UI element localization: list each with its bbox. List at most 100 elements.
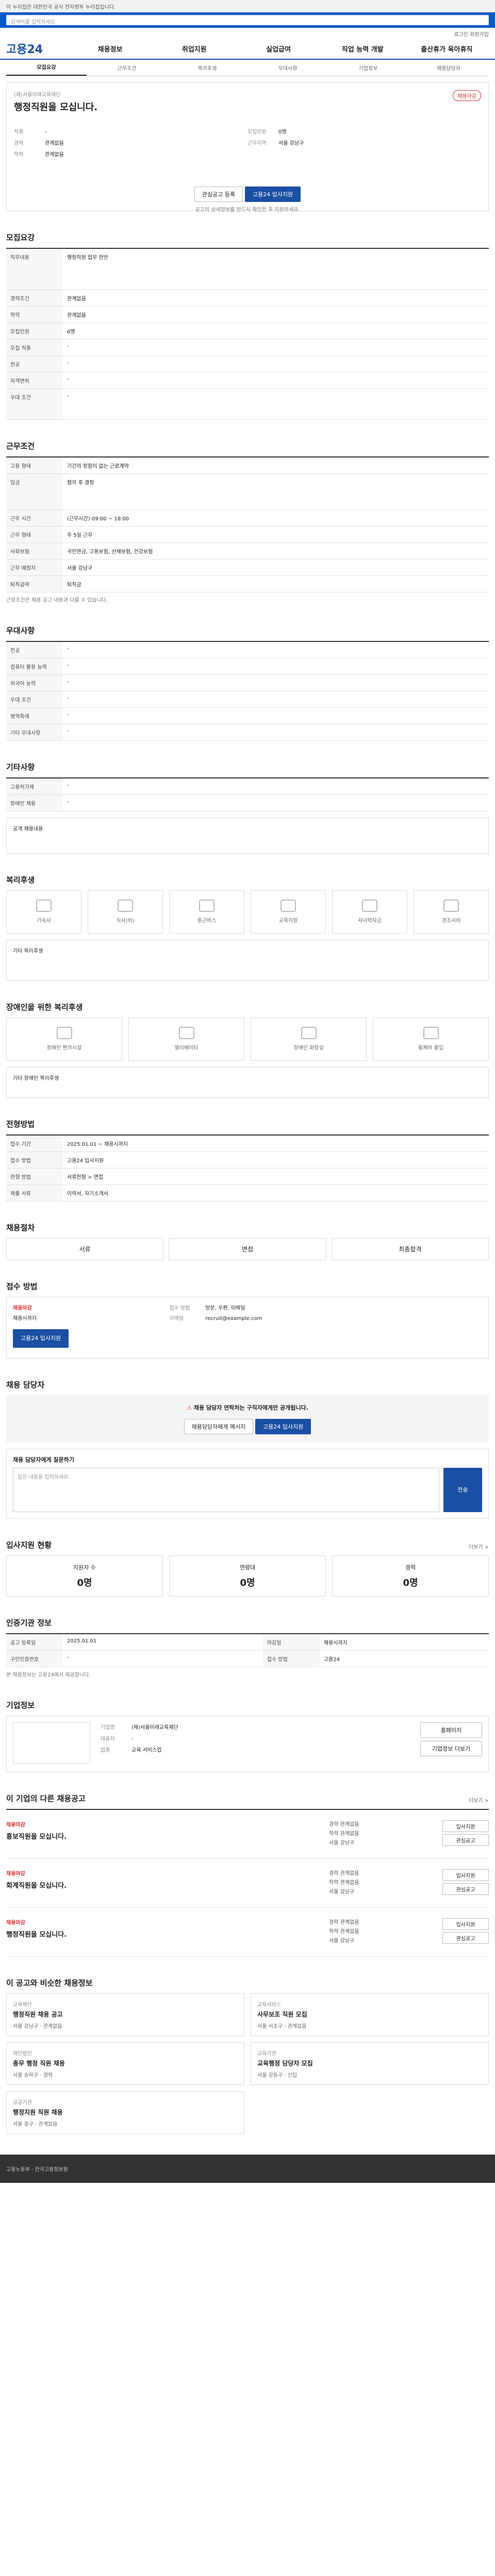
step-item: 최종합격	[331, 1238, 489, 1260]
cell: 컴퓨터 활용 능력	[6, 658, 63, 675]
send-button[interactable]: 전송	[443, 1467, 482, 1512]
nav-item[interactable]: 채용정보	[68, 44, 152, 54]
recommend-card[interactable]: 교육재단행정직원 채용 공고서울 강남구 · 관계없음	[6, 1993, 244, 2036]
inquiry-input[interactable]: 질문 내용을 입력하세요.	[13, 1467, 439, 1512]
apply-button[interactable]: 고용24 입사지원	[244, 187, 301, 202]
cell: 주 5일 근무	[63, 526, 489, 543]
recommend-card[interactable]: 교육기관 교육행정 담당자 모집 서울 강동구 · 신입	[251, 2042, 489, 2085]
cell: 기간의 정함이 없는 근로계약	[63, 456, 489, 474]
job-title[interactable]: 교육행정 담당자 모집	[257, 2059, 482, 2067]
meta: 학력 관계없음	[329, 1928, 359, 1935]
meta: 서울 강남구 · 관계없음	[13, 2023, 62, 2029]
meta: 서울 강동구 · 신입	[257, 2072, 298, 2078]
list-item[interactable]: 채용마감 홍보직원을 모십니다. 경력 관계없음 학력 관계없음 서울 강남구 입사지…	[6, 1810, 489, 1859]
list-item[interactable]: 채용마감 행정직원을 모십니다. 경력 관계없음 학력 관계없음 서울 강남구 입사지…	[6, 1908, 489, 1957]
value: 관계없음	[45, 141, 64, 146]
company: 공공기관	[13, 2099, 32, 2106]
elevator-icon	[178, 1027, 194, 1039]
tab-contact[interactable]: 채용담당자	[408, 64, 489, 76]
cell: 접수 방법	[6, 1151, 63, 1168]
more-link[interactable]: 더보기 >	[469, 1543, 489, 1550]
cell: 전공	[6, 355, 63, 372]
cell: 관계없음	[63, 290, 489, 307]
cell: 우대 조건	[6, 388, 63, 420]
section-title: 모집요강	[6, 233, 35, 242]
job-title[interactable]: 홍보직원을 모십니다.	[6, 1831, 329, 1841]
apply-now-button[interactable]: 고용24 입사지원	[13, 1329, 69, 1348]
cell: 2025.01.01	[63, 1633, 263, 1651]
more-link[interactable]: 더보기 >	[469, 1796, 489, 1804]
contact-apply-button[interactable]: 고용24 입사지원	[255, 1418, 311, 1434]
welfare-item: 자녀학자금	[332, 890, 407, 934]
recommend-card[interactable]: 공공기관 행정지원 직원 채용 서울 중구 · 관계없음	[6, 2091, 244, 2134]
job-title[interactable]: 행정직원 채용 공고	[13, 2010, 238, 2019]
nav-item[interactable]: 직업 능력 개발	[321, 44, 405, 54]
company-info-button[interactable]: 기업정보 더보기	[420, 1740, 482, 1756]
list-item[interactable]: 채용마감 회계직원을 모십니다. 경력 관계없음 학력 관계없음 서울 강남구 입사지…	[6, 1859, 489, 1908]
cell: 채용시까지	[319, 1633, 489, 1651]
job-title[interactable]: 총무 행정 직원 채용	[13, 2059, 238, 2067]
section-title: 인증기관 정보	[6, 1618, 52, 1628]
nav-item[interactable]: 실업급여	[236, 44, 320, 54]
label: 대표자	[101, 1736, 115, 1742]
work-table: 고용 형태 기간의 정함이 없는 근로계약 임금 협의 후 결정 근무 시간 (근무시…	[6, 456, 489, 592]
save-button[interactable]: 관심공고	[442, 1931, 489, 1944]
label: 경력	[405, 1564, 416, 1571]
section-title: 장애인을 위한 복리후생	[6, 1002, 83, 1012]
tab-welfare[interactable]: 복리후생	[167, 64, 248, 76]
cell: 모집 직종	[6, 339, 63, 356]
search-input[interactable]: 검색어를 입력하세요	[6, 15, 489, 25]
stats-cards: 지원자 수 0명 연령대 0명 경력 0명	[6, 1555, 489, 1597]
job-title[interactable]: 행정지원 직원 채용	[13, 2108, 238, 2116]
detail-tabs: 모집요강 근무조건 복리후생 우대사항 기업정보 채용담당자	[6, 60, 489, 76]
save-button[interactable]: 관심공고	[442, 1834, 489, 1846]
cell: 행정직원 업무 전반	[63, 248, 489, 290]
education-icon	[280, 900, 296, 912]
cell: 학력	[6, 306, 63, 323]
apply-button[interactable]: 입사지원	[442, 1820, 489, 1832]
section-title: 채용절차	[6, 1223, 35, 1232]
cell: 직무내용	[6, 248, 63, 290]
process-table: 접수 기간 2025.01.01 ~ 채용시까지 접수 방법 고용24 입사지원 전…	[6, 1134, 489, 1201]
recommend-card[interactable]: 재단법인 총무 행정 직원 채용 서울 송파구 · 경력	[6, 2042, 244, 2085]
section-title: 입사지원 현황	[6, 1540, 52, 1550]
label: 교육지원	[278, 918, 298, 924]
company: 교육재단	[13, 2002, 32, 2008]
logo[interactable]: 고용24	[6, 40, 68, 57]
apply-button[interactable]: 입사지원	[442, 1918, 489, 1930]
apply-button[interactable]: 입사지원	[442, 1869, 489, 1881]
save-job-button[interactable]: 관심공고 등록	[194, 187, 243, 202]
cell: 병역특례	[6, 707, 63, 724]
job-title[interactable]: 사무보조 직원 모집	[257, 2010, 482, 2019]
value[interactable]: recruit@example.com	[205, 1316, 262, 1321]
job-title[interactable]: 행정직원을 모십니다.	[6, 1929, 329, 1939]
tab-recruit[interactable]: 모집요강	[6, 63, 87, 76]
job-title[interactable]: 회계직원을 모십니다.	[6, 1880, 329, 1890]
tab-pref[interactable]: 우대사항	[248, 64, 328, 76]
cell: 협의 후 결정	[63, 473, 489, 510]
meal-icon	[118, 900, 133, 912]
label: 기업명	[101, 1724, 115, 1731]
cell: 고용24 입사지원	[63, 1151, 489, 1168]
cell: 접수 기간	[6, 1134, 63, 1152]
company-box: 기업명 (재)서울미래교육재단 대표자 - 업종 교육 서비스업 홈페이지 기업정보 …	[6, 1715, 489, 1772]
homepage-button[interactable]: 홈페이지	[420, 1722, 482, 1738]
nav-item[interactable]: 취업지원	[152, 44, 236, 54]
company-name[interactable]: (재)서울미래교육재단	[14, 90, 481, 98]
meta: 경력 관계없음	[329, 1821, 359, 1827]
cell: 외국어 능력	[6, 674, 63, 691]
tab-work[interactable]: 근무조건	[87, 64, 167, 76]
recommend-card[interactable]: 교육서비스 사무보조 직원 모집 서울 서초구 · 관계없음	[251, 1993, 489, 2036]
public-recruit-link[interactable]: 공개 채용내용	[6, 817, 489, 854]
top-links[interactable]: 로그인 회원가입	[0, 28, 495, 38]
company: 재단법인	[13, 2050, 32, 2057]
value: -	[131, 1736, 134, 1742]
save-button[interactable]: 관심공고	[442, 1883, 489, 1895]
tab-company[interactable]: 기업정보	[328, 64, 408, 76]
cell: 국민연금, 고용보험, 산재보험, 건강보험	[63, 543, 489, 560]
posting-note: 본 채용정보는 고용24에서 제공합니다.	[6, 1672, 91, 1678]
status-badge: 채용마감	[6, 1871, 25, 1877]
nav-item[interactable]: 출산휴가 육아휴직	[405, 44, 489, 54]
cell: -	[63, 658, 489, 675]
message-button[interactable]: 채용담당자에게 메시지	[184, 1418, 254, 1434]
